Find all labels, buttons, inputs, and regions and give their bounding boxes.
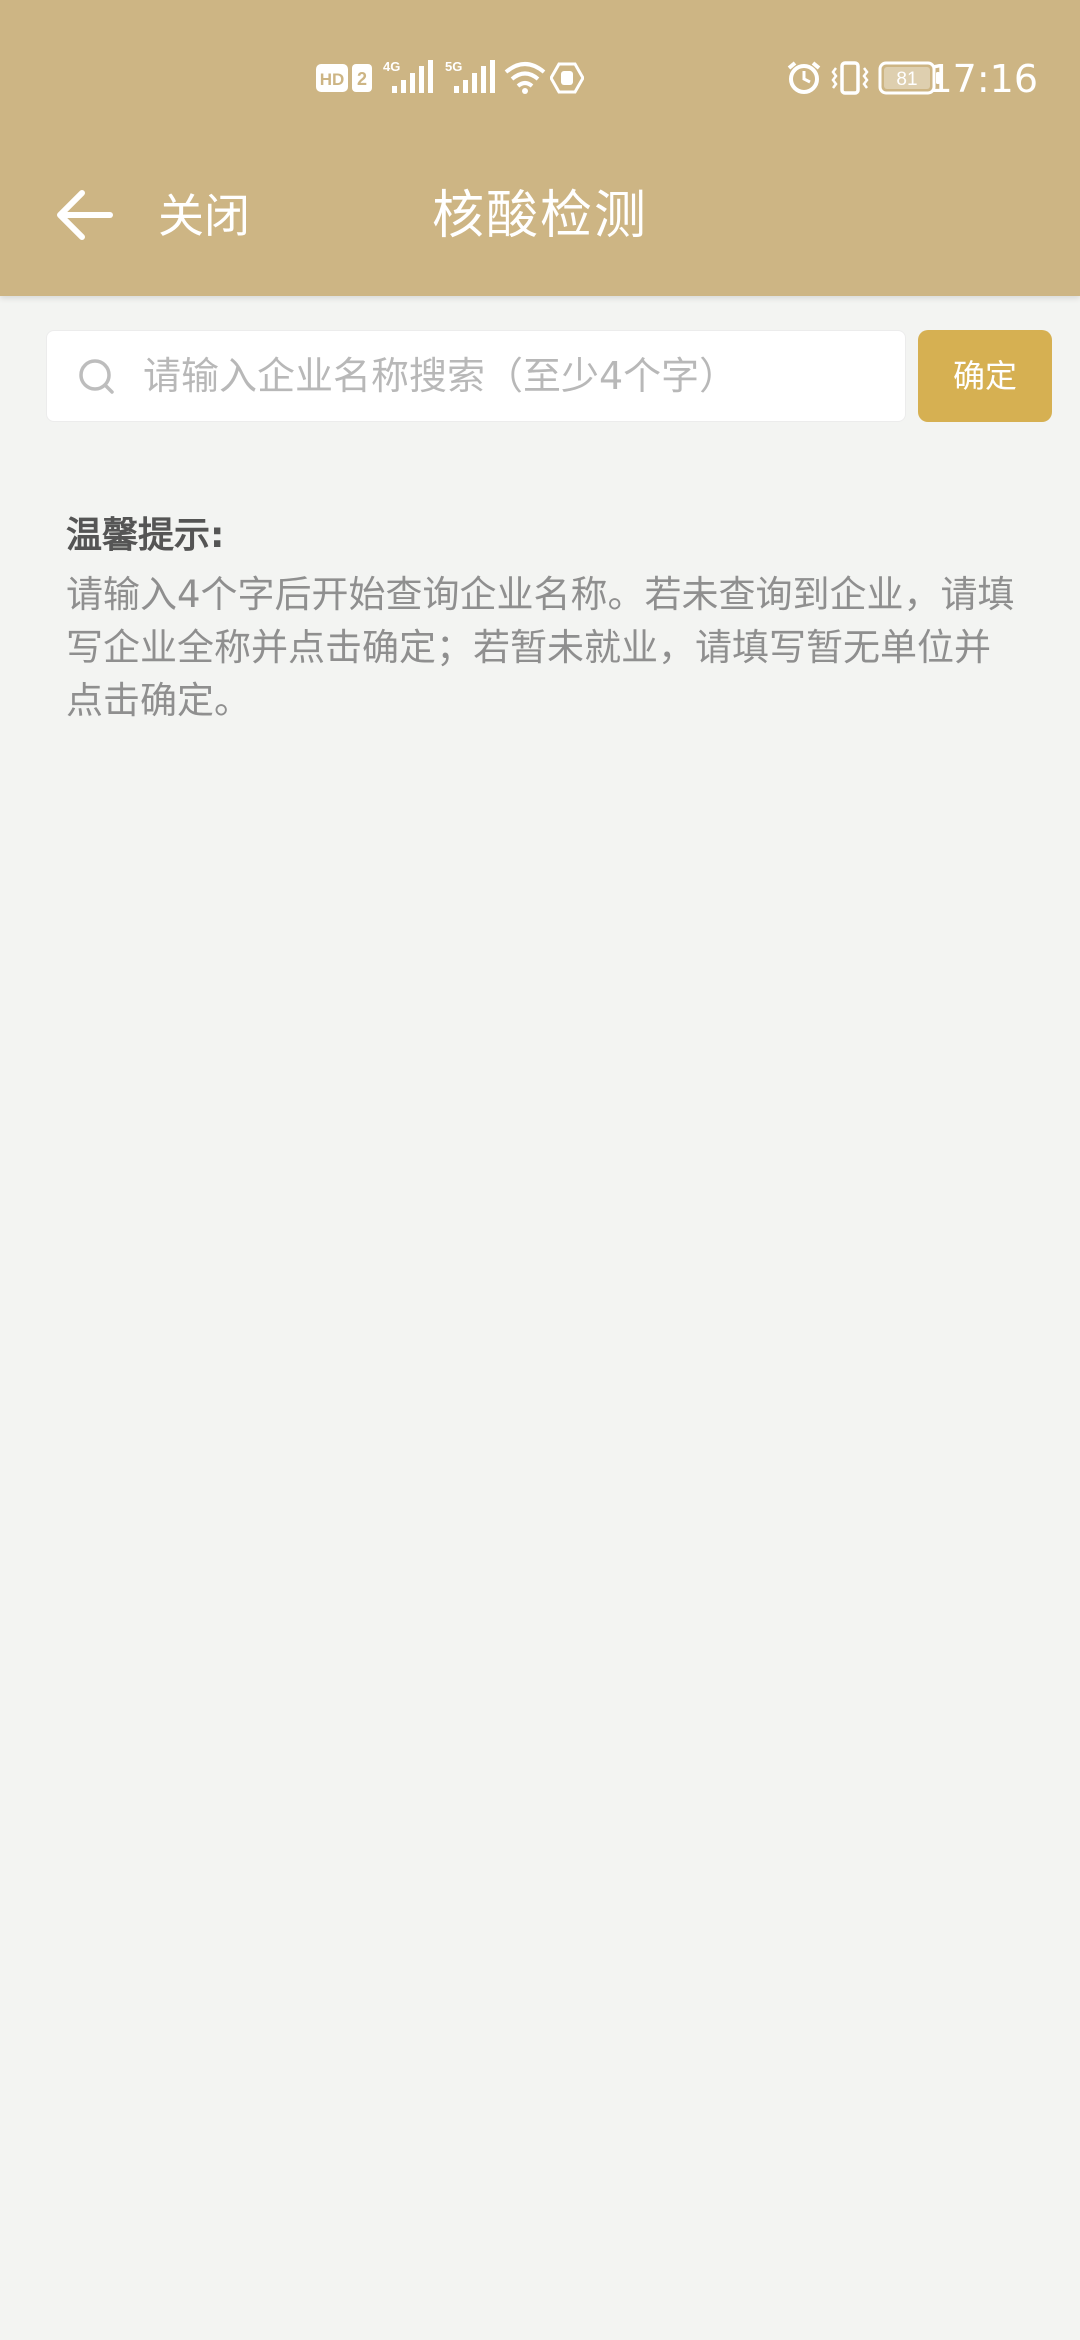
header: HD 2 4G 5G 81 17:16 关闭 核酸检测 (0, 0, 1080, 296)
status-bar: HD 2 4G 5G 81 17:16 (0, 0, 1080, 150)
hd-icon: HD 2 (316, 64, 372, 92)
search-input[interactable] (143, 331, 883, 421)
hotspot-icon (550, 62, 584, 94)
search-box[interactable] (46, 330, 906, 422)
signal-4g-icon: 4G (383, 59, 433, 93)
status-time: 17:16 (928, 57, 1038, 101)
net1-label: 4G (383, 59, 400, 74)
net2-label: 5G (445, 59, 462, 74)
search-icon (79, 359, 114, 394)
signal-5g-icon: 5G (445, 59, 495, 93)
tips-title: 温馨提示: (66, 515, 225, 556)
battery-level: 81 (896, 69, 917, 90)
tips-section: 温馨提示: 请输入4个字后开始查询企业名称。若未查询到企业，请填写企业全称并点击… (66, 508, 1026, 727)
tips-body: 请输入4个字后开始查询企业名称。若未查询到企业，请填写企业全称并点击确定；若暂未… (66, 573, 1015, 722)
wifi-icon (504, 62, 546, 94)
vibrate-icon (831, 61, 869, 95)
sim-number: 2 (357, 69, 367, 89)
confirm-button[interactable]: 确定 (918, 330, 1052, 422)
page-title: 核酸检测 (431, 186, 648, 246)
nav-bar: 关闭 核酸检测 (0, 150, 1080, 296)
alarm-icon (787, 61, 821, 94)
hd-label: HD (320, 70, 345, 89)
search-row: 确定 (46, 330, 1052, 422)
